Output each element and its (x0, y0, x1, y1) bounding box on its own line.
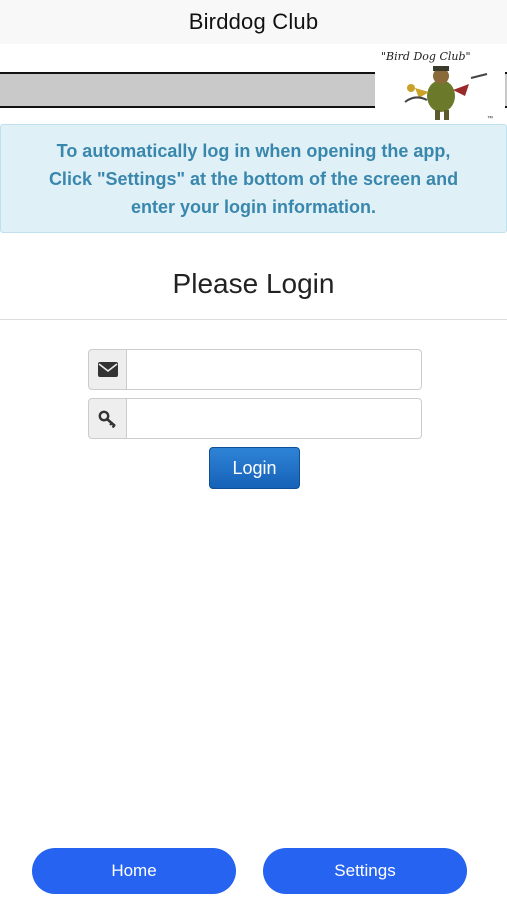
email-field[interactable] (127, 349, 422, 390)
login-button[interactable]: Login (209, 447, 300, 489)
app-title: Birddog Club (188, 9, 319, 34)
divider (0, 319, 507, 320)
logo-trademark: ™ (487, 115, 493, 122)
settings-button[interactable]: Settings (263, 848, 467, 894)
password-input-group (88, 398, 422, 439)
home-button[interactable]: Home (32, 848, 236, 894)
password-field[interactable] (127, 398, 422, 439)
club-banner: "Bird Dog Club" ™ (0, 44, 507, 122)
key-icon (88, 398, 127, 439)
envelope-icon (88, 349, 127, 390)
auto-login-info-alert: To automatically log in when opening the… (0, 124, 507, 233)
info-line: To automatically log in when opening the… (56, 140, 451, 161)
info-line: Click "Settings" at the bottom of the sc… (48, 168, 459, 189)
info-line: enter your login information. (130, 196, 376, 217)
email-input-group (88, 349, 422, 390)
bird-dog-club-logo: "Bird Dog Club" ™ (375, 44, 505, 122)
logo-wordmark: "Bird Dog Club" (381, 50, 471, 63)
app-header: Birddog Club (0, 0, 507, 44)
login-heading: Please Login (172, 268, 335, 299)
